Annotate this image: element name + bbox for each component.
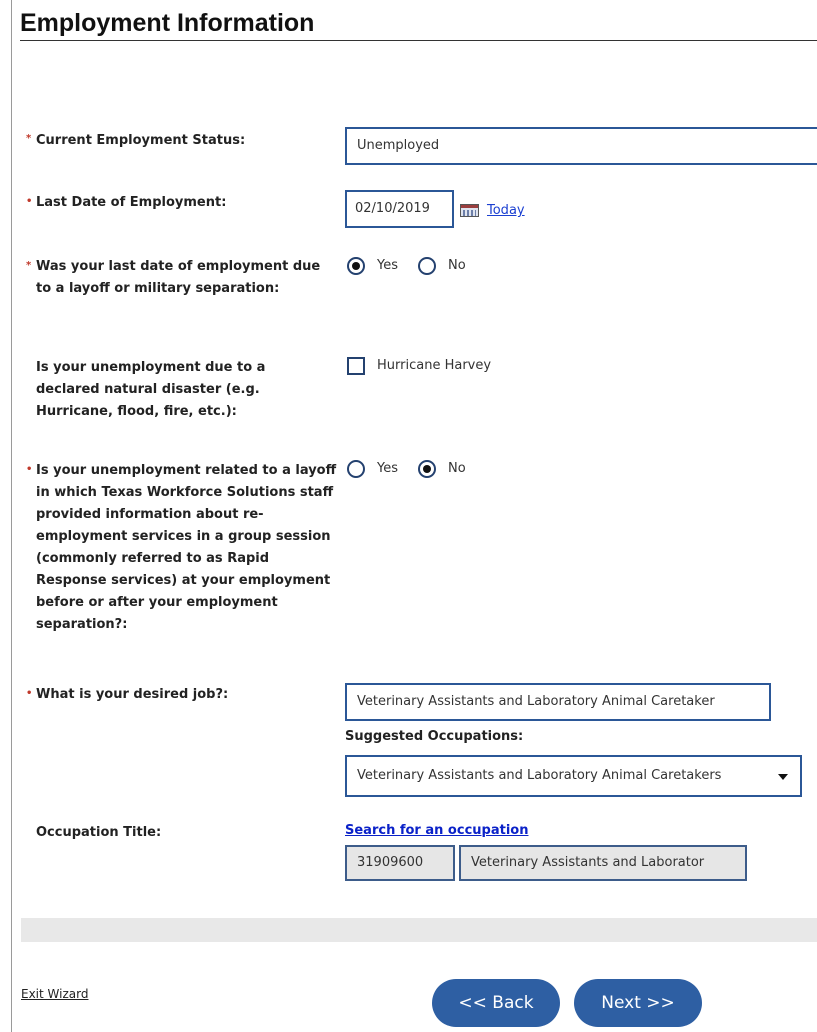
occupation-title-label: Occupation Title: [36, 825, 162, 840]
suggested-occupations-label: Suggested Occupations: [345, 729, 524, 744]
layoff-question-label: Was your last date of employment due to … [36, 259, 321, 296]
required-marker: * [26, 260, 32, 271]
back-button[interactable]: << Back [432, 979, 560, 1027]
rapid-response-question-label: Is your unemployment related to a layoff… [36, 463, 337, 632]
employment-status-label: Current Employment Status: [36, 133, 246, 148]
hurricane-harvey-checkbox[interactable] [347, 357, 365, 375]
hurricane-harvey-label: Hurricane Harvey [377, 358, 492, 373]
layoff-yes-label: Yes [377, 258, 398, 273]
page-title: Employment Information [20, 8, 817, 41]
search-occupation-link[interactable]: Search for an occupation [345, 823, 528, 838]
last-date-input[interactable]: 02/10/2019 [345, 190, 454, 228]
rapid-response-yes-radio[interactable] [347, 460, 365, 478]
last-date-label: Last Date of Employment: [36, 195, 227, 210]
rapid-response-no-radio[interactable] [418, 460, 436, 478]
employment-status-field[interactable]: Unemployed [345, 127, 817, 165]
today-link[interactable]: Today [487, 203, 525, 218]
suggested-occupations-select[interactable]: Veterinary Assistants and Laboratory Ani… [345, 755, 802, 797]
chevron-down-icon[interactable] [778, 774, 788, 780]
required-marker: • [26, 196, 33, 207]
desired-job-input[interactable]: Veterinary Assistants and Laboratory Ani… [345, 683, 771, 721]
disaster-question-label: Is your unemployment due to a declared n… [36, 360, 266, 419]
layoff-yes-radio[interactable] [347, 257, 365, 275]
required-marker: * [26, 133, 32, 144]
layoff-no-label: No [448, 258, 466, 273]
required-marker: • [26, 464, 33, 475]
desired-job-label: What is your desired job?: [36, 687, 229, 702]
exit-wizard-link[interactable]: Exit Wizard [21, 987, 88, 1001]
next-button[interactable]: Next >> [574, 979, 702, 1027]
footer-bar [21, 918, 817, 942]
occupation-title-field: Veterinary Assistants and Laborator [459, 845, 747, 881]
required-marker: • [26, 688, 33, 699]
rapid-response-yes-label: Yes [377, 461, 398, 476]
calendar-icon[interactable] [460, 204, 479, 217]
layoff-no-radio[interactable] [418, 257, 436, 275]
rapid-response-no-label: No [448, 461, 466, 476]
occupation-code-field: 31909600 [345, 845, 455, 881]
suggested-occupations-value: Veterinary Assistants and Laboratory Ani… [357, 768, 722, 783]
